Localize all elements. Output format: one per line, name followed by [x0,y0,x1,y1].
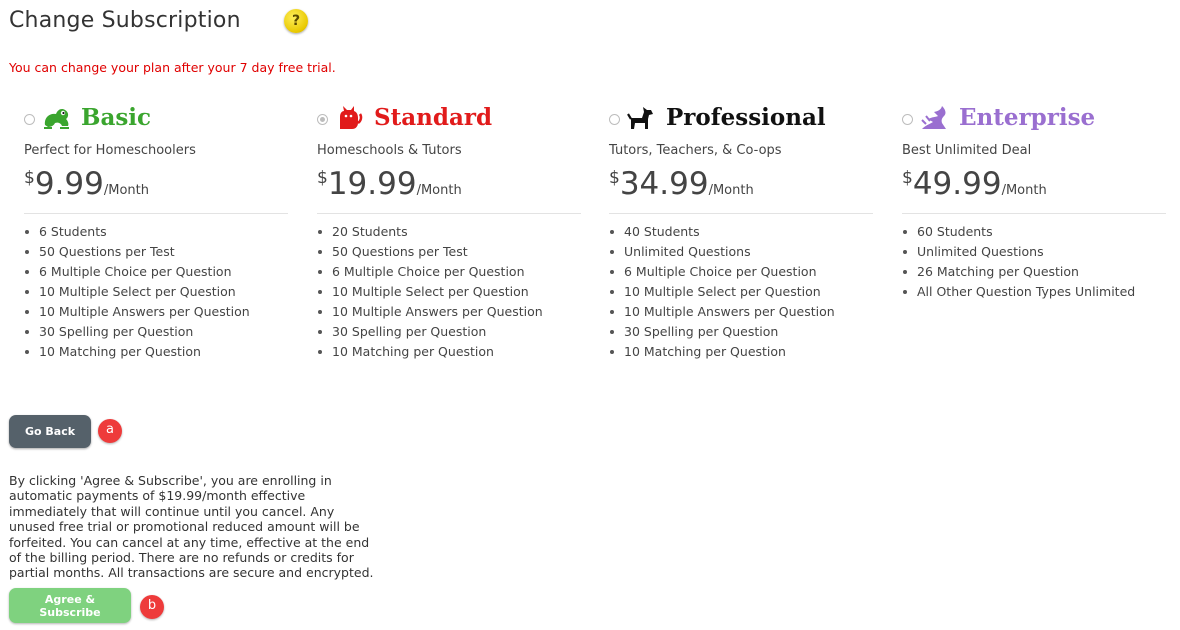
subscription-terms: By clicking 'Agree & Subscribe', you are… [9,473,374,581]
feature-item: 50 Questions per Test [318,242,543,262]
plan-enterprise-radio[interactable] [902,114,913,125]
plan-name: Standard [374,104,493,131]
feature-item: 30 Spelling per Question [318,322,543,342]
divider [902,213,1166,214]
feature-list: 20 Students 50 Questions per Test 6 Mult… [317,222,543,362]
price-period: /Month [1001,183,1047,198]
feature-item: 6 Multiple Choice per Question [610,262,835,282]
price-currency: $ [609,168,620,188]
feature-item: 10 Multiple Answers per Question [25,302,250,322]
plan-professional: Professional Tutors, Teachers, & Co-ops … [594,100,873,359]
price-currency: $ [24,168,35,188]
feature-item: 30 Spelling per Question [25,322,250,342]
page-title: Change Subscription [9,8,241,33]
plan-enterprise: Enterprise Best Unlimited Deal $49.99/Mo… [887,100,1166,299]
feature-item: 10 Multiple Answers per Question [318,302,543,322]
plan-standard-radio[interactable] [317,114,328,125]
frog-icon [44,109,69,129]
price-amount: 49.99 [912,166,1002,202]
feature-item: 10 Matching per Question [25,342,250,362]
go-back-button[interactable]: Go Back [9,415,91,448]
callout-marker-b: b [140,595,164,619]
divider [317,213,581,214]
feature-item: 6 Multiple Choice per Question [25,262,250,282]
cat-icon [340,106,363,129]
plan-subtitle: Perfect for Homeschoolers [24,143,196,158]
dragon-icon [921,106,946,129]
price-currency: $ [317,168,328,188]
feature-item: All Other Question Types Unlimited [902,282,1135,302]
plan-standard: Standard Homeschools & Tutors $19.99/Mon… [302,100,581,359]
feature-item: 10 Multiple Select per Question [318,282,543,302]
plan-subtitle: Best Unlimited Deal [902,143,1032,158]
plan-name: Basic [81,104,152,131]
price-amount: 19.99 [327,166,417,202]
feature-list: 6 Students 50 Questions per Test 6 Multi… [24,222,250,362]
help-icon[interactable]: ? [284,9,308,33]
price-currency: $ [902,168,913,188]
feature-item: Unlimited Questions [610,242,835,262]
feature-item: 10 Matching per Question [318,342,543,362]
divider [609,213,873,214]
plan-price: $34.99/Month [609,166,754,202]
feature-item: 26 Matching per Question [902,262,1135,282]
plan-price: $19.99/Month [317,166,462,202]
feature-item: 6 Multiple Choice per Question [318,262,543,282]
plan-name: Enterprise [959,104,1096,131]
plan-price: $9.99/Month [24,166,149,202]
plan-professional-radio[interactable] [609,114,620,125]
callout-marker-a: a [98,419,122,443]
plan-subtitle: Homeschools & Tutors [317,143,462,158]
price-amount: 9.99 [34,166,104,202]
dog-icon [627,107,653,129]
feature-list: 40 Students Unlimited Questions 6 Multip… [609,222,835,362]
plan-name: Professional [666,104,826,131]
feature-item: 10 Multiple Select per Question [25,282,250,302]
agree-subscribe-button[interactable]: Agree & Subscribe [9,588,131,623]
feature-item: 10 Multiple Select per Question [610,282,835,302]
feature-item: 30 Spelling per Question [610,322,835,342]
feature-item: 40 Students [610,222,835,242]
feature-item: 10 Multiple Answers per Question [610,302,835,322]
feature-item: 60 Students [902,222,1135,242]
price-amount: 34.99 [619,166,709,202]
plan-basic-radio[interactable] [24,114,35,125]
feature-item: 20 Students [318,222,543,242]
feature-list: 60 Students Unlimited Questions 26 Match… [902,222,1135,302]
feature-item: Unlimited Questions [902,242,1135,262]
divider [24,213,288,214]
price-period: /Month [708,183,754,198]
feature-item: 6 Students [25,222,250,242]
price-period: /Month [103,183,149,198]
feature-item: 10 Matching per Question [610,342,835,362]
price-period: /Month [416,183,462,198]
plan-price: $49.99/Month [902,166,1047,202]
trial-notice: You can change your plan after your 7 da… [9,60,336,75]
plan-basic: Basic Perfect for Homeschoolers $9.99/Mo… [9,100,288,359]
feature-item: 50 Questions per Test [25,242,250,262]
plan-subtitle: Tutors, Teachers, & Co-ops [609,143,782,158]
